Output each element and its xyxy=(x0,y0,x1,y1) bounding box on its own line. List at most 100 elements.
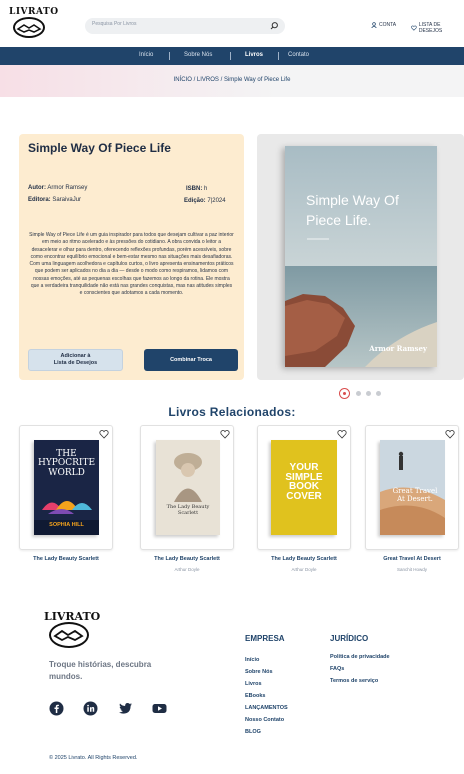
isbn-label: ISBN: xyxy=(186,186,203,192)
search-input[interactable]: Pesquisa Por Livros xyxy=(92,21,136,27)
breadcrumb: INÍCIO / LIVROS / Simple Way of Piece Li… xyxy=(0,77,464,83)
related-book-card[interactable]: THE HYPOCRITE WORLD SOPHIA HILL xyxy=(19,425,113,550)
book-author: Autor: Armor Ramsey xyxy=(28,185,87,191)
breadcrumb-home[interactable]: INÍCIO xyxy=(174,77,192,83)
carousel-dot-active[interactable] xyxy=(339,388,350,399)
related-book-name[interactable]: Great Travel At Desert xyxy=(365,556,459,562)
publisher-value: SaraivaJur xyxy=(52,197,82,203)
book-publisher: Editora: SaraivaJur xyxy=(28,197,81,203)
footer-link-livros[interactable]: Livros xyxy=(245,681,262,687)
breadcrumb-band: INÍCIO / LIVROS / Simple Way of Piece Li… xyxy=(0,65,464,97)
footer-link-privacidade[interactable]: Política de privacidade xyxy=(330,654,390,660)
related-book-name[interactable]: The Lady Beauty Scarlett xyxy=(19,556,113,562)
related-book-cover: YOUR SIMPLE BOOK COVER xyxy=(271,440,337,535)
footer-link-sobre[interactable]: Sobre Nós xyxy=(245,669,273,675)
nav-item-livros[interactable]: Livros xyxy=(245,52,263,58)
nav-item-contato[interactable]: Contato xyxy=(288,52,309,58)
related-cover-text: The Lady Beauty Scarlett xyxy=(166,504,210,516)
youtube-icon[interactable] xyxy=(152,701,167,716)
related-cover-author: SOPHIA HILL xyxy=(49,522,84,528)
isbn-value: h xyxy=(204,186,208,192)
related-books-title: Livros Relacionados: xyxy=(168,405,296,419)
add-to-wishlist-button[interactable]: Adicionar à Lista de Desejos xyxy=(28,349,123,371)
carousel-dot[interactable] xyxy=(356,391,361,396)
related-book-name[interactable]: The Lady Beauty Scarlett xyxy=(257,556,351,562)
footer-link-inicio[interactable]: Início xyxy=(245,657,259,663)
related-book-name[interactable]: The Lady Beauty Scarlett xyxy=(140,556,234,562)
logo-text: LIVRATO xyxy=(9,7,59,17)
footer-link-termos[interactable]: Termos de serviço xyxy=(330,678,378,684)
handshake-icon xyxy=(13,17,45,38)
breadcrumb-separator: / xyxy=(193,77,196,83)
account-link[interactable]: CONTA xyxy=(371,22,396,28)
account-label: CONTA xyxy=(379,22,397,28)
related-book-author: Arthur Doyle xyxy=(174,567,200,572)
breadcrumb-current: / Simple Way of Piece Life xyxy=(220,77,291,83)
related-cover-text: THE HYPOCRITE WORLD xyxy=(38,449,96,478)
book-description: Simple Way of Piece Life é um guia inspi… xyxy=(29,232,234,296)
search-icon[interactable] xyxy=(269,21,279,31)
footer-link-contato[interactable]: Nosso Contato xyxy=(245,717,284,723)
related-book-author: Arthur Doyle xyxy=(291,567,317,572)
main-nav: Início Sobre Nós Livros Contato xyxy=(0,47,464,65)
related-cover-text: YOUR SIMPLE BOOK COVER xyxy=(285,462,323,502)
heart-icon[interactable] xyxy=(445,429,455,439)
book-edition: Edição: 7|2024 xyxy=(184,198,226,204)
copyright: © 2025 Livrato. All Rights Reserved. xyxy=(49,755,138,761)
carousel-dot[interactable] xyxy=(366,391,371,396)
twitter-icon[interactable] xyxy=(118,701,133,716)
handshake-icon xyxy=(49,622,89,648)
heart-icon[interactable] xyxy=(99,429,109,439)
nav-separator xyxy=(278,52,279,60)
edition-label: Edição: xyxy=(184,198,206,204)
wishlist-link[interactable]: LISTA DE DESEJOS xyxy=(411,22,464,34)
book-cover-image: Simple Way Of Piece Life. Armor Ramsey xyxy=(285,146,437,367)
linkedin-icon[interactable] xyxy=(83,701,98,716)
carousel-dots xyxy=(338,388,398,400)
author-label: Autor: xyxy=(28,185,46,191)
footer-link-lancamentos[interactable]: LANÇAMENTOS xyxy=(245,705,288,711)
top-header: LIVRATO Pesquisa Por Livros CONTA LISTA … xyxy=(0,0,464,47)
related-cover-text: Great Travel At Desert. xyxy=(392,487,438,503)
footer-logo[interactable]: LIVRATO xyxy=(44,610,100,650)
cover-author: Armor Ramsey xyxy=(369,344,427,353)
footer-empresa-title: EMPRESA xyxy=(245,634,285,643)
related-book-author: Sanchit Howdy xyxy=(396,567,427,572)
book-info-card: Simple Way Of Piece Life Autor: Armor Ra… xyxy=(19,134,244,380)
cover-art xyxy=(285,146,437,367)
book-isbn: ISBN: h xyxy=(186,186,207,192)
facebook-icon[interactable] xyxy=(49,701,64,716)
author-value: Armor Ramsey xyxy=(47,185,88,191)
nav-separator xyxy=(230,52,231,60)
user-icon xyxy=(371,22,377,28)
related-book-cover: The Lady Beauty Scarlett xyxy=(156,440,220,535)
cover-title: Simple Way Of Piece Life. xyxy=(306,192,399,229)
footer-link-blog[interactable]: BLOG xyxy=(245,729,261,735)
edition-value: 7|2024 xyxy=(207,198,226,204)
related-book-cover: Great Travel At Desert. xyxy=(380,440,445,535)
search-bar[interactable]: Pesquisa Por Livros xyxy=(85,18,285,34)
related-book-card[interactable]: YOUR SIMPLE BOOK COVER xyxy=(257,425,351,550)
livrato-logo[interactable]: LIVRATO xyxy=(9,7,59,39)
add-to-wishlist-label: Adicionar à Lista de Desejos xyxy=(53,352,98,366)
heart-icon[interactable] xyxy=(220,429,230,439)
footer-link-faqs[interactable]: FAQs xyxy=(330,666,344,672)
heart-icon xyxy=(411,25,417,31)
footer-tagline: Troque histórias, descubra mundos. xyxy=(49,660,152,681)
nav-item-inicio[interactable]: Início xyxy=(139,52,153,58)
related-book-card[interactable]: Great Travel At Desert. xyxy=(365,425,459,550)
carousel-dot[interactable] xyxy=(376,391,381,396)
heart-icon[interactable] xyxy=(337,429,347,439)
footer-link-ebooks[interactable]: EBooks xyxy=(245,693,265,699)
related-book-card[interactable]: The Lady Beauty Scarlett xyxy=(140,425,234,550)
book-title: Simple Way Of Piece Life xyxy=(28,141,171,155)
footer-juridico-title: JURÍDICO xyxy=(330,634,369,643)
book-cover-panel: Simple Way Of Piece Life. Armor Ramsey xyxy=(257,134,464,380)
nav-item-sobre[interactable]: Sobre Nós xyxy=(184,52,212,58)
wishlist-label: LISTA DE DESEJOS xyxy=(418,22,443,34)
publisher-label: Editora: xyxy=(28,197,51,203)
nav-separator xyxy=(169,52,170,60)
related-book-cover: THE HYPOCRITE WORLD SOPHIA HILL xyxy=(34,440,99,535)
combine-swap-button[interactable]: Combinar Troca xyxy=(144,349,238,371)
breadcrumb-section[interactable]: LIVROS xyxy=(197,77,219,83)
